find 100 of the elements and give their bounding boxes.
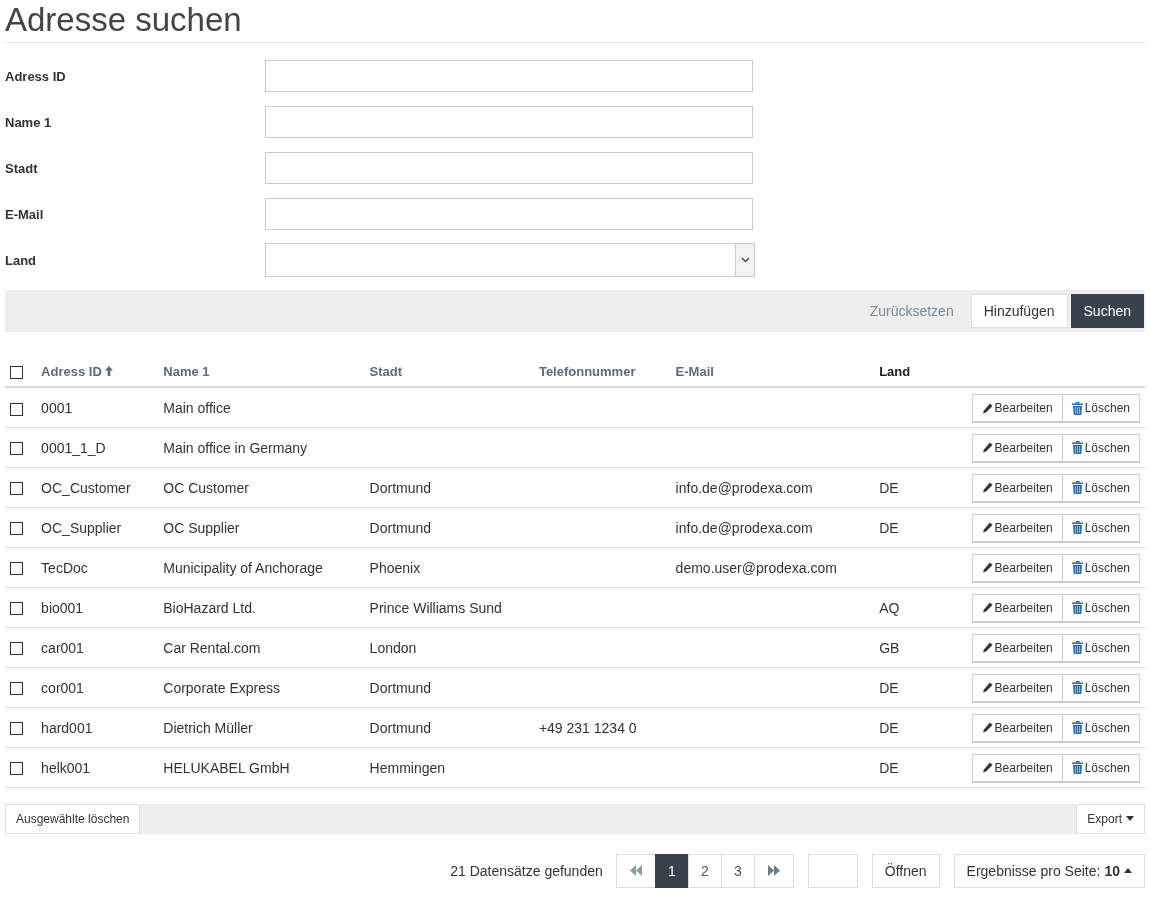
trash-icon — [1071, 481, 1083, 494]
column-header[interactable]: E-Mail — [675, 363, 714, 379]
table-cell: info.de@prodexa.com — [675, 519, 813, 536]
page-number-field[interactable] — [807, 853, 858, 888]
row-checkbox[interactable] — [10, 442, 23, 456]
row-checkbox[interactable] — [10, 482, 23, 496]
trash-icon — [1071, 681, 1083, 694]
page-title: Adresse suchen — [5, 0, 1145, 43]
trash-icon — [1071, 721, 1083, 734]
caret-down-icon — [1126, 816, 1134, 821]
delete-button[interactable]: Löschen — [1062, 673, 1140, 703]
trash-icon — [1071, 761, 1083, 774]
edit-button[interactable]: Bearbeiten — [971, 633, 1063, 663]
column-header[interactable]: Adress ID — [41, 363, 113, 379]
table-cell: DE — [879, 679, 899, 696]
column-header[interactable]: Stadt — [369, 363, 403, 379]
add-button[interactable]: Hinzufügen — [970, 294, 1068, 328]
table-cell: cor001 — [41, 679, 84, 696]
table-cell: OC_Customer — [41, 479, 131, 496]
table-cell: AQ — [879, 599, 900, 616]
delete-button[interactable]: Löschen — [1062, 433, 1140, 463]
table-cell: Dietrich Müller — [163, 719, 253, 736]
table-cell: DE — [879, 519, 899, 536]
pencil-icon — [981, 562, 993, 573]
export-button[interactable]: Export — [1076, 803, 1145, 834]
table-cell: Prince Williams Sund — [369, 599, 502, 616]
table-cell: 0001_1_D — [41, 439, 106, 456]
trash-icon — [1071, 401, 1083, 415]
edit-button[interactable]: Bearbeiten — [971, 513, 1063, 543]
results-per-page-button[interactable]: Ergebnisse pro Seite: 10 — [953, 853, 1145, 888]
pencil-icon — [981, 722, 993, 733]
column-header[interactable]: Name 1 — [163, 363, 210, 379]
search-button[interactable]: Suchen — [1070, 294, 1144, 328]
input-field[interactable] — [265, 106, 753, 138]
edit-button[interactable]: Bearbeiten — [971, 593, 1063, 623]
edit-button[interactable]: Bearbeiten — [971, 713, 1063, 743]
table-cell: DE — [879, 759, 899, 776]
row-checkbox[interactable] — [10, 402, 23, 416]
table-cell: London — [369, 639, 417, 656]
table-cell: GB — [879, 639, 900, 656]
delete-button[interactable]: Löschen — [1062, 633, 1140, 663]
double-right-arrow-icon — [766, 865, 781, 876]
pencil-icon — [981, 762, 993, 773]
table-cell: OC Supplier — [163, 519, 240, 536]
first-page-button[interactable] — [615, 853, 656, 888]
row-checkbox[interactable] — [10, 682, 23, 696]
edit-button[interactable]: Bearbeiten — [971, 753, 1063, 783]
table-cell: Municipality of Anchorage — [163, 559, 323, 576]
edit-button[interactable]: Bearbeiten — [971, 394, 1063, 423]
table-cell: DE — [879, 479, 899, 496]
delete-selected-button[interactable]: Ausgewählte löschen — [5, 803, 141, 834]
pencil-icon — [981, 602, 993, 613]
table-cell: Dortmund — [369, 479, 432, 496]
table-cell: HELUKABEL GmbH — [163, 759, 290, 776]
row-checkbox[interactable] — [10, 762, 23, 776]
table-cell: hard001 — [41, 719, 93, 736]
trash-icon — [1071, 641, 1083, 654]
double-left-arrow-icon — [628, 865, 643, 876]
caret-up-icon — [1124, 868, 1132, 873]
pencil-icon — [981, 442, 993, 453]
table-cell: Main office in Germany — [163, 439, 307, 456]
pencil-icon — [981, 642, 993, 653]
delete-button[interactable]: Löschen — [1062, 553, 1140, 583]
page-button[interactable]: 2 — [687, 853, 722, 888]
input-field[interactable] — [265, 152, 753, 184]
delete-button[interactable]: Löschen — [1062, 513, 1140, 543]
select-all-checkbox[interactable] — [10, 365, 23, 379]
chevron-down-icon — [740, 257, 750, 263]
field-label: Land — [5, 252, 38, 268]
edit-button[interactable]: Bearbeiten — [971, 473, 1063, 503]
row-checkbox[interactable] — [10, 562, 23, 576]
table-cell: Dortmund — [369, 719, 432, 736]
field-label: E-Mail — [5, 206, 45, 222]
table-cell: Hemmingen — [369, 759, 446, 776]
open-button[interactable]: Öffnen — [871, 853, 940, 888]
row-checkbox[interactable] — [10, 722, 23, 736]
row-checkbox[interactable] — [10, 642, 23, 656]
table-cell: Dortmund — [369, 519, 432, 536]
table-cell: Dortmund — [369, 679, 432, 696]
row-checkbox[interactable] — [10, 522, 23, 536]
sort-arrow-up-icon — [104, 366, 113, 376]
delete-button[interactable]: Löschen — [1062, 593, 1140, 623]
last-page-button[interactable] — [753, 853, 794, 888]
row-checkbox[interactable] — [10, 602, 23, 616]
column-header: Land — [879, 363, 911, 379]
edit-button[interactable]: Bearbeiten — [971, 433, 1063, 463]
edit-button[interactable]: Bearbeiten — [971, 673, 1063, 703]
delete-button[interactable]: Löschen — [1062, 713, 1140, 743]
input-field[interactable] — [265, 60, 753, 92]
pencil-icon — [981, 482, 993, 493]
page-button[interactable]: 3 — [720, 853, 755, 888]
delete-button[interactable]: Löschen — [1062, 753, 1140, 783]
delete-button[interactable]: Löschen — [1062, 473, 1140, 503]
input-field[interactable] — [265, 198, 753, 230]
page-button[interactable]: 1 — [654, 853, 689, 888]
edit-button[interactable]: Bearbeiten — [971, 553, 1063, 583]
column-header[interactable]: Telefonnummer — [538, 363, 636, 379]
table-cell: info.de@prodexa.com — [675, 479, 813, 496]
table-cell: OC_Supplier — [41, 519, 122, 536]
delete-button[interactable]: Löschen — [1062, 394, 1140, 423]
